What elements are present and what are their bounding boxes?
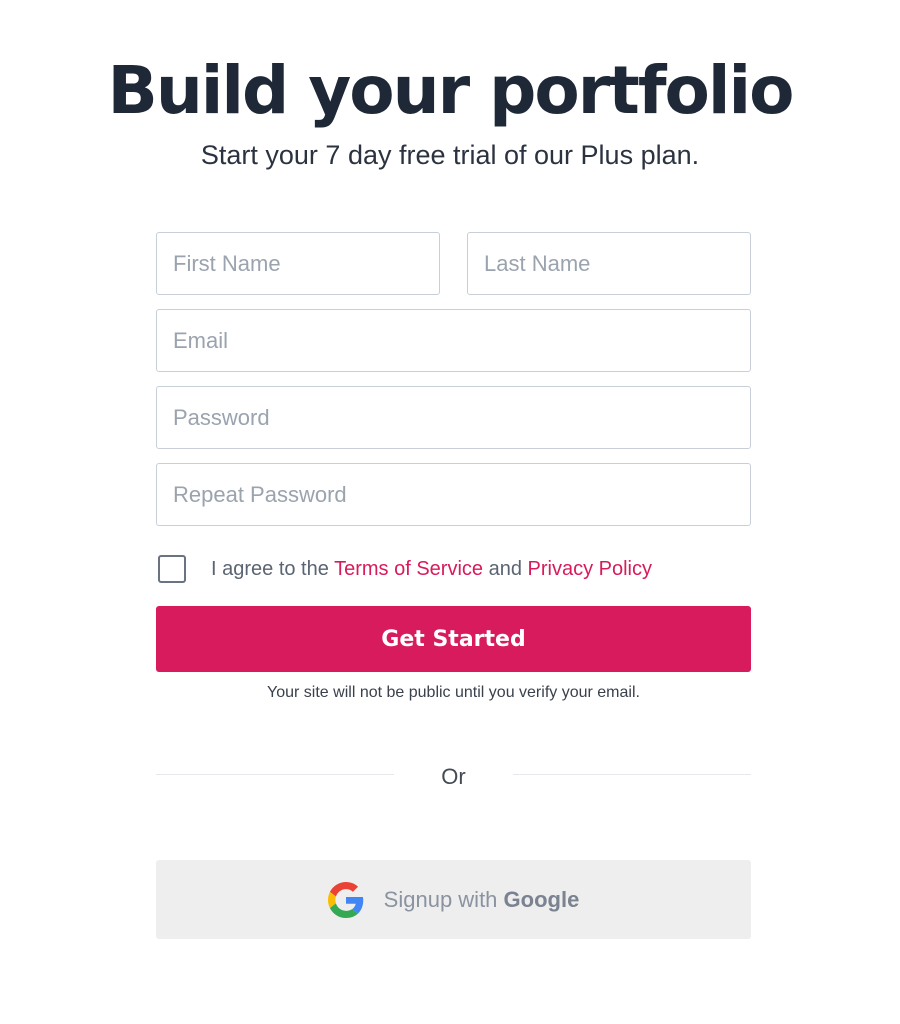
get-started-button[interactable]: Get Started — [156, 606, 751, 672]
page-subtitle: Start your 7 day free trial of our Plus … — [200, 140, 700, 170]
google-signup-prefix: Signup with — [383, 886, 498, 912]
agree-conjunction: and — [488, 557, 522, 580]
last-name-input[interactable] — [467, 232, 751, 295]
agree-text: I agree to the Terms of Service and Priv… — [211, 558, 652, 581]
agree-checkbox[interactable] — [158, 555, 186, 583]
google-brand-name: Google — [503, 886, 580, 912]
first-name-input[interactable] — [156, 232, 440, 295]
password-input[interactable] — [156, 386, 751, 449]
page-title: Build your portfolio — [107, 52, 795, 129]
divider-line-left — [156, 774, 394, 775]
divider-label: Or — [441, 764, 466, 789]
agree-row: I agree to the Terms of Service and Priv… — [158, 554, 652, 584]
google-signup-label: Signup with Google — [384, 887, 580, 913]
verify-email-note: Your site will not be public until you v… — [267, 684, 640, 701]
terms-of-service-link[interactable]: Terms of Service — [334, 558, 483, 580]
google-icon — [327, 881, 363, 918]
divider-line-right — [513, 774, 751, 775]
repeat-password-input[interactable] — [156, 463, 751, 526]
email-input[interactable] — [156, 309, 751, 372]
google-signup-button[interactable]: Signup with Google — [156, 860, 751, 939]
privacy-policy-link[interactable]: Privacy Policy — [528, 558, 652, 580]
agree-prefix: I agree to the — [211, 557, 329, 580]
